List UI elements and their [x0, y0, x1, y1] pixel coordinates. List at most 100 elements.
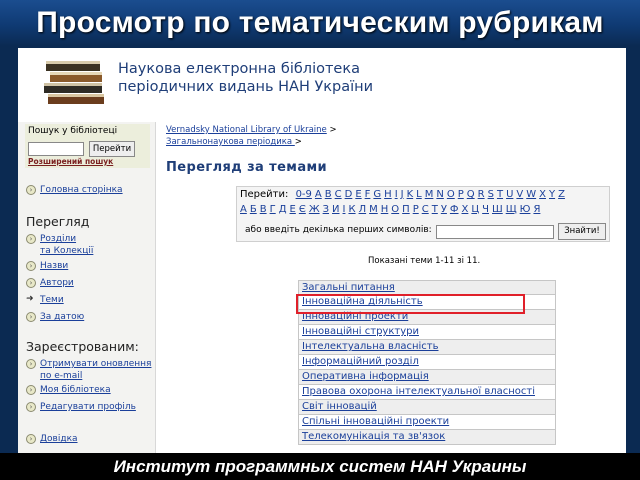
letter-link[interactable]: П: [402, 204, 410, 215]
circle-arrow-icon: ›: [26, 385, 36, 395]
letter-link[interactable]: D: [345, 189, 353, 200]
letter-link[interactable]: C: [335, 189, 342, 200]
letter-link[interactable]: J: [401, 189, 404, 200]
letter-link[interactable]: К: [348, 204, 355, 215]
letter-link[interactable]: Ф: [450, 204, 459, 215]
letter-link[interactable]: В: [260, 204, 267, 215]
letter-link[interactable]: U: [506, 189, 513, 200]
topic-row[interactable]: Правова охорона інтелектуальної власност…: [298, 385, 556, 400]
letter-link[interactable]: Y: [549, 189, 555, 200]
letter-link[interactable]: O: [447, 189, 455, 200]
letter-link[interactable]: С: [422, 204, 429, 215]
topic-row[interactable]: Світ інновацій: [298, 400, 556, 415]
topic-row[interactable]: Інформаційний розділ: [298, 355, 556, 370]
letter-link[interactable]: Б: [250, 204, 257, 215]
letter-link[interactable]: Я: [533, 204, 540, 215]
breadcrumb-link-periodicals[interactable]: Загальнонаукова періодика: [166, 137, 295, 147]
browser-screenshot: Наукова електронна бібліотека періодични…: [18, 48, 626, 453]
circle-arrow-icon: ›: [26, 261, 36, 271]
sidebar-item-label: Назви: [40, 261, 69, 271]
letter-link[interactable]: F: [365, 189, 371, 200]
topic-row[interactable]: Інтелектуальна власність: [298, 340, 556, 355]
sidebar-item-subscribe[interactable]: › Отримувати оновлення по e-mail: [26, 358, 151, 382]
letter-link[interactable]: А: [240, 204, 247, 215]
jump-label: Перейти:: [240, 189, 289, 200]
letter-link[interactable]: Z: [558, 189, 565, 200]
letter-link[interactable]: X: [539, 189, 546, 200]
letter-link[interactable]: Л: [359, 204, 367, 215]
letter-link[interactable]: K: [407, 189, 414, 200]
letter-link[interactable]: P: [458, 189, 464, 200]
letter-link[interactable]: R: [478, 189, 485, 200]
letter-link[interactable]: V: [516, 189, 523, 200]
letter-link[interactable]: M: [425, 189, 434, 200]
letter-link[interactable]: Г: [270, 204, 276, 215]
topic-row[interactable]: Спільні інноваційні проекти: [298, 415, 556, 430]
letter-link[interactable]: 0-9: [296, 189, 312, 200]
letter-link[interactable]: Ч: [482, 204, 489, 215]
letter-link[interactable]: N: [436, 189, 443, 200]
letter-link[interactable]: З: [323, 204, 329, 215]
topic-row[interactable]: Інноваційні структури: [298, 325, 556, 340]
letter-link[interactable]: S: [488, 189, 494, 200]
letter-link[interactable]: L: [416, 189, 422, 200]
letter-link[interactable]: Ю: [520, 204, 531, 215]
letter-link[interactable]: Е: [290, 204, 296, 215]
letter-link[interactable]: Р: [413, 204, 419, 215]
sidebar-item-authors[interactable]: › Автори: [26, 277, 74, 289]
letter-link[interactable]: W: [526, 189, 536, 200]
topic-row[interactable]: Оперативна інформація: [298, 370, 556, 385]
letter-link[interactable]: Ж: [309, 204, 320, 215]
letter-link[interactable]: Н: [381, 204, 389, 215]
sidebar-item-by-date[interactable]: › За датою: [26, 311, 84, 323]
letter-link[interactable]: T: [497, 189, 503, 200]
sidebar-item-label: Отримувати оновлення: [40, 359, 152, 369]
letter-link[interactable]: H: [384, 189, 392, 200]
sidebar-item-titles[interactable]: › Назви: [26, 260, 68, 272]
letter-link[interactable]: Q: [467, 189, 475, 200]
letter-link[interactable]: Х: [462, 204, 469, 215]
letter-link[interactable]: A: [315, 189, 322, 200]
sidebar-item-sections[interactable]: › Розділи та Колекції: [26, 233, 93, 257]
topic-row[interactable]: Телекомунікація та зв'язок: [298, 430, 556, 445]
letter-link[interactable]: М: [369, 204, 378, 215]
sidebar-item-label: Редагувати профіль: [40, 402, 136, 412]
search-input[interactable]: [28, 142, 84, 156]
letter-link[interactable]: О: [391, 204, 399, 215]
sidebar-item-subjects[interactable]: ➜ Теми: [26, 294, 64, 306]
sidebar-item-home[interactable]: › Головна сторінка: [26, 184, 123, 196]
sidebar-item-help[interactable]: › Довідка: [26, 433, 78, 445]
sidebar-item-label: Головна сторінка: [40, 185, 123, 195]
letter-link[interactable]: Щ: [506, 204, 517, 215]
letter-link[interactable]: I: [395, 189, 398, 200]
first-chars-label: або введіть декілька перших символів:: [245, 225, 432, 235]
letter-link[interactable]: Т: [432, 204, 438, 215]
topic-row[interactable]: Загальні питання: [298, 280, 556, 295]
site-title-line2: періодичних видань НАН України: [118, 79, 374, 95]
find-button[interactable]: Знайти!: [558, 223, 606, 240]
sidebar-item-my-library[interactable]: › Моя бібліотека: [26, 384, 111, 396]
search-button[interactable]: Перейти: [89, 141, 135, 157]
letter-link[interactable]: Ш: [492, 204, 503, 215]
advanced-search-link[interactable]: Розширений пошук: [28, 157, 113, 166]
latin-letter-row: Перейти: 0-9 A B C D E F G H I J K L M N O P Q R S T U V W X Y Z: [240, 189, 568, 200]
sidebar-item-edit-profile[interactable]: › Редагувати профіль: [26, 401, 136, 413]
letter-link[interactable]: B: [325, 189, 332, 200]
letter-link[interactable]: У: [441, 204, 447, 215]
first-chars-input[interactable]: [436, 225, 554, 239]
highlight-box: [296, 294, 525, 314]
letter-link[interactable]: G: [373, 189, 381, 200]
letter-link[interactable]: Д: [279, 204, 287, 215]
letter-link[interactable]: И: [332, 204, 339, 215]
breadcrumb-link-library[interactable]: Vernadsky National Library of Ukraine: [166, 125, 327, 135]
letter-link[interactable]: Є: [299, 204, 306, 215]
circle-arrow-icon: ›: [26, 402, 36, 412]
letter-link[interactable]: І: [343, 204, 346, 215]
letter-link[interactable]: Ц: [471, 204, 479, 215]
circle-arrow-icon: ›: [26, 185, 36, 195]
sidebar: Пошук у бібліотеці Перейти Розширений по…: [18, 122, 156, 453]
circle-arrow-icon: ›: [26, 359, 36, 369]
letter-link[interactable]: E: [355, 189, 361, 200]
sidebar-item-label: Автори: [40, 278, 74, 288]
circle-arrow-icon: ›: [26, 434, 36, 444]
